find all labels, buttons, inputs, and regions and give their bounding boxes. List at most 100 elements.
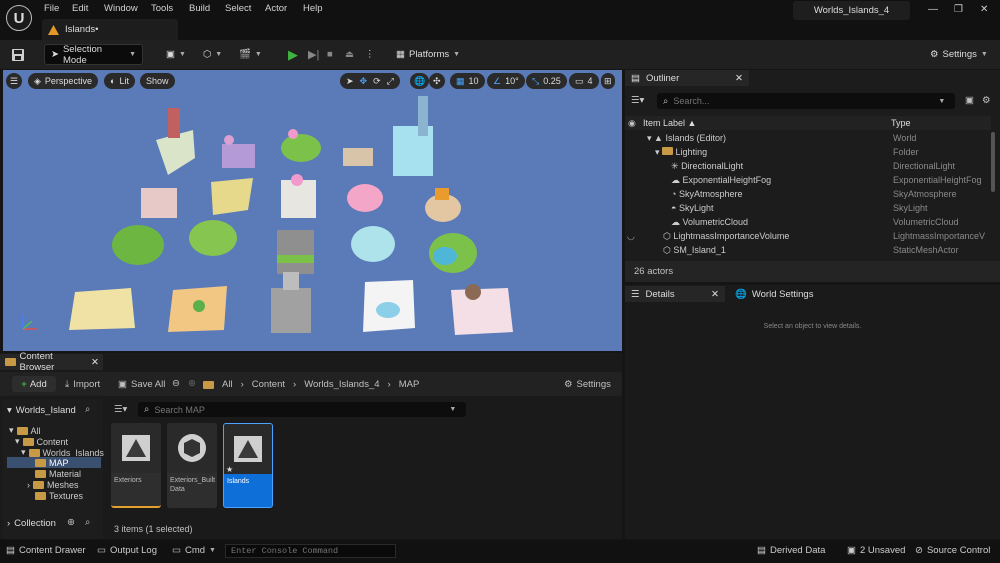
scale-tool-icon[interactable]: ⤢ [387, 76, 394, 87]
content-drawer-button[interactable]: ▤ Content Drawer [6, 545, 86, 556]
show-button[interactable]: Show [140, 73, 175, 89]
perspective-button[interactable]: ◈ Perspective [28, 73, 98, 89]
tree-item-material[interactable]: Material [35, 469, 81, 479]
back-icon[interactable]: ⊖ [172, 378, 180, 389]
restore-icon[interactable]: ❐ [954, 4, 963, 15]
unsaved-button[interactable]: ▣ 2 Unsaved [847, 545, 905, 556]
outliner-row[interactable]: ◡ ⬡ LightmassImportanceVolume LightmassImp… [625, 231, 991, 245]
collection-header[interactable]: › Collection [7, 518, 56, 529]
eject-button[interactable]: ⏏ [339, 44, 360, 65]
gear-icon[interactable]: ⚙ [982, 95, 991, 106]
console-input[interactable] [225, 544, 396, 558]
select-tool-icon[interactable]: ➤ [346, 76, 354, 87]
menu-build[interactable]: Build [189, 3, 210, 14]
menu-window[interactable]: Window [104, 3, 138, 14]
close-tab-icon[interactable]: ✕ [91, 357, 99, 368]
cmd-dropdown[interactable]: ▭ Cmd ▼ [172, 545, 216, 556]
outliner-row[interactable]: ☁ VolumetricCloud VolumetricCloud [625, 217, 991, 231]
menu-file[interactable]: File [44, 3, 59, 14]
tree-item-content[interactable]: ▾ Content [15, 436, 68, 447]
tree-item-meshes[interactable]: › Meshes [27, 480, 79, 490]
breadcrumb-content[interactable]: Content [252, 379, 285, 390]
menu-edit[interactable]: Edit [72, 3, 88, 14]
outliner-tab[interactable]: ▤ Outliner ✕ [625, 70, 749, 86]
world-local-icon[interactable]: 🌐 [410, 73, 430, 89]
breadcrumb-map[interactable]: MAP [399, 379, 420, 390]
outliner-row[interactable]: ◔ SkyAtmosphere SkyAtmosphere [625, 189, 991, 203]
outliner-search-input[interactable] [673, 96, 934, 106]
menu-tools[interactable]: Tools [151, 3, 173, 14]
camera-speed-button[interactable]: ▭ 4 [569, 73, 599, 89]
eye-icon[interactable]: ◉ [628, 118, 636, 129]
menu-actor[interactable]: Actor [265, 3, 287, 14]
filter-icon[interactable]: ☰▾ [631, 95, 644, 106]
stop-button[interactable]: ■ [321, 44, 339, 65]
source-control-button[interactable]: ⊘ Source Control [915, 545, 990, 556]
play-options-button[interactable]: ⋮ [359, 44, 381, 65]
asset-tile[interactable]: Exteriors [111, 423, 161, 508]
tree-item-map[interactable]: MAP [7, 457, 101, 468]
outliner-row[interactable]: ⬡ SM_Island_1 StaticMeshActor [625, 245, 991, 259]
scale-snap-button[interactable]: ⤡ 0.25 [526, 73, 567, 89]
cinematics-button[interactable]: 🎬 ▼ [233, 44, 268, 65]
breadcrumb-worlds[interactable]: Worlds_Islands_4 [304, 379, 379, 390]
minimize-icon[interactable]: — [928, 4, 938, 15]
platforms-dropdown[interactable]: ▦ Platforms ▼ [390, 44, 466, 65]
asset-tile-selected[interactable]: ★ Islands [223, 423, 273, 508]
level-tab[interactable]: Islands• [42, 19, 178, 40]
settings-dropdown[interactable]: ⚙ Settings ▼ [924, 44, 994, 65]
level-viewport[interactable]: ☰ ◈ Perspective ◐ Lit Show ➤ ✥ ⟳ ⤢ 🌐 ✣ ▦ 10… [3, 70, 622, 351]
sources-header[interactable]: ▾ Worlds_Island [7, 405, 76, 416]
output-log-button[interactable]: ▭ Output Log [97, 545, 157, 556]
save-all-button[interactable]: ▣ Save All [118, 379, 165, 390]
outliner-row[interactable]: ▾ Lighting Folder [625, 147, 991, 161]
item-label-header[interactable]: Item Label ▲ [643, 118, 696, 128]
grid-snap-button[interactable]: ▦ 10 [450, 73, 485, 89]
close-tab-icon[interactable]: ✕ [711, 289, 719, 300]
outliner-row[interactable]: ◓ SkyLight SkyLight [625, 203, 991, 217]
save-icon[interactable] [6, 44, 30, 65]
move-tool-icon[interactable]: ✥ [360, 76, 368, 87]
outliner-row[interactable]: ▾ ▲ Islands (Editor) World [625, 133, 991, 147]
details-tab[interactable]: ☰ Details ✕ [625, 286, 725, 302]
menu-select[interactable]: Select [225, 3, 251, 14]
visibility-eye-icon[interactable]: ◡ [627, 231, 635, 242]
outliner-search[interactable]: ⌕ ▼ [657, 93, 955, 109]
import-button[interactable]: ⤓ Import [65, 379, 100, 390]
rotate-tool-icon[interactable]: ⟳ [373, 76, 381, 87]
world-settings-tab[interactable]: 🌐 World Settings [731, 286, 813, 302]
content-browser-tab[interactable]: Content Browser ✕ [0, 351, 103, 373]
unreal-logo-icon[interactable]: U [6, 5, 32, 31]
add-button[interactable]: + Add [12, 376, 56, 392]
type-header[interactable]: Type [891, 118, 911, 128]
search-icon[interactable]: ⌕ [85, 517, 90, 528]
close-tab-icon[interactable]: ✕ [735, 73, 743, 84]
outliner-row[interactable]: ✳ DirectionalLight DirectionalLight [625, 161, 991, 175]
tree-item-all[interactable]: ▾ All [9, 425, 41, 436]
blueprint-button[interactable]: ⬡ ▼ [197, 44, 228, 65]
lit-button[interactable]: ◐ Lit [104, 73, 135, 89]
outliner-row[interactable]: ☁ ExponentialHeightFog ExponentialHeightF… [625, 175, 991, 189]
outliner-scrollbar[interactable] [991, 132, 995, 192]
selection-mode-dropdown[interactable]: ➤ Selection Mode ▼ [44, 44, 143, 66]
rotation-snap-button[interactable]: ∠ 10° [487, 73, 525, 89]
menu-help[interactable]: Help [303, 3, 323, 14]
play-button[interactable]: ▶ [282, 44, 304, 65]
add-folder-icon[interactable]: ▣ [965, 95, 974, 106]
filter-icon[interactable]: ☰▾ [114, 404, 127, 415]
close-window-icon[interactable]: ✕ [980, 4, 988, 15]
cb-settings-button[interactable]: ⚙ Settings [564, 379, 611, 390]
surface-snap-icon[interactable]: ✣ [429, 73, 445, 89]
breadcrumb-all[interactable]: All [222, 379, 233, 390]
layout-icon[interactable]: ⊞ [601, 73, 615, 89]
tree-item-textures[interactable]: Textures [35, 491, 83, 501]
asset-search-input[interactable] [154, 404, 445, 415]
asset-search[interactable]: ⌕ ▼ [138, 402, 466, 417]
add-actor-button[interactable]: ▣ ▼ [160, 44, 192, 65]
asset-tile[interactable]: Exteriors_Built Data [167, 423, 217, 508]
add-collection-icon[interactable]: ⊕ [67, 517, 75, 528]
search-icon[interactable]: ⌕ [85, 404, 90, 415]
forward-icon[interactable]: ⊕ [188, 378, 196, 389]
derived-data-button[interactable]: ▤ Derived Data [757, 545, 825, 556]
viewport-menu-button[interactable]: ☰ [6, 73, 23, 89]
